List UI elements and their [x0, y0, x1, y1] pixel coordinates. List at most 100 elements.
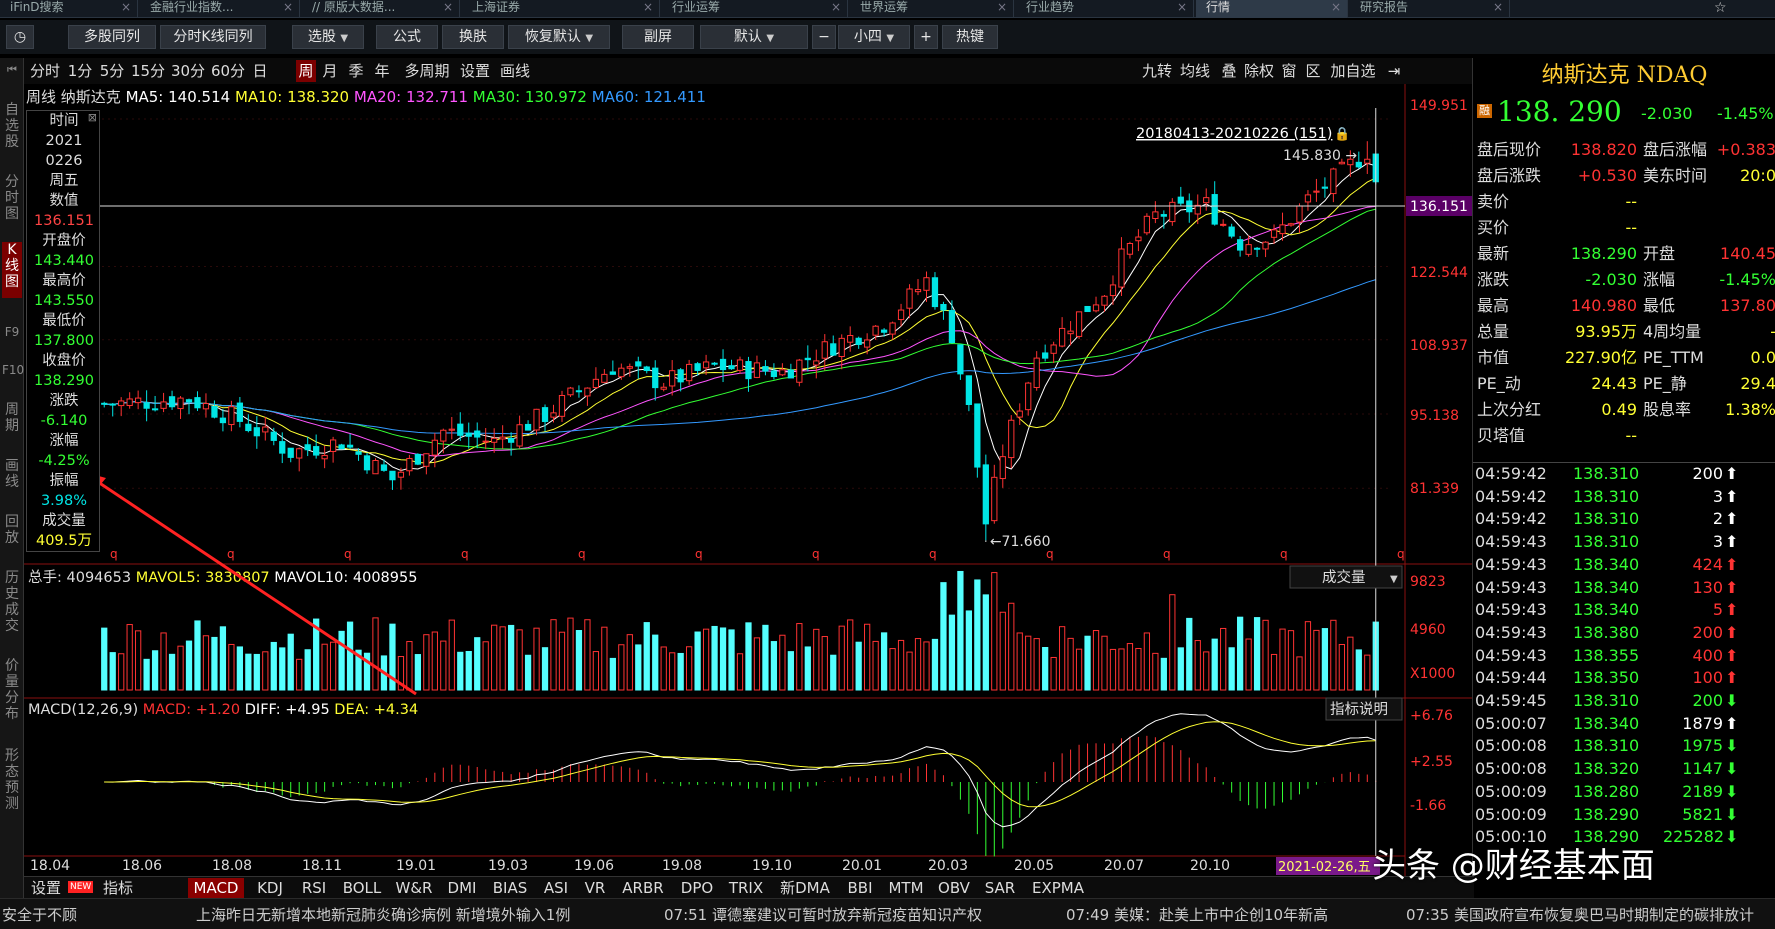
candle-body: [440, 429, 447, 442]
indicator-macd[interactable]: MACD: [188, 878, 244, 898]
marker-q: q: [1397, 547, 1405, 561]
indicator-rsi[interactable]: RSI: [296, 878, 332, 898]
tick-time: 05:00:09: [1475, 781, 1547, 801]
candle-body: [516, 424, 523, 447]
quote-label: 贝塔值: [1477, 426, 1526, 445]
diff-value: DIFF: +4.95: [245, 702, 335, 718]
indicator-asi[interactable]: ASI: [538, 878, 574, 898]
candle-body: [1237, 239, 1244, 251]
tick-volume: 200: [1692, 691, 1723, 710]
indicator-menu[interactable]: 指标: [100, 878, 136, 898]
volume-bar: [109, 652, 116, 691]
arrow-up-icon: ⬆: [1725, 464, 1739, 483]
price-change: -2.030: [1641, 104, 1693, 123]
volume-bar: [541, 647, 549, 691]
volume-bar: [626, 634, 633, 691]
candle-body: [457, 423, 464, 436]
candle-body: [669, 370, 676, 387]
indicator-kdj[interactable]: KDJ: [250, 878, 290, 898]
volume-bar: [448, 619, 455, 691]
indicator-bias[interactable]: BIAS: [488, 878, 532, 898]
news-item[interactable]: 07:51 谭德塞建议可暂时放弃新冠疫苗知识产权: [664, 904, 982, 925]
x-axis-label: 19.01: [396, 858, 436, 874]
crosshair-value: 136.151: [1410, 199, 1468, 215]
kline-chart[interactable]: 9823 4960 X1000 +6.76 +2.55 -1.66 149.951 122.5…: [0, 0, 1475, 876]
candle-body: [414, 453, 422, 465]
candle-body: [965, 375, 973, 405]
price-axis-label: 81.339: [1410, 481, 1459, 497]
candle-body: [313, 446, 320, 456]
quote-value: 20:0: [1740, 166, 1775, 185]
volume-bar: [465, 651, 472, 691]
candle-body: [1245, 244, 1252, 255]
volume-bar: [126, 624, 133, 691]
indicator-wr[interactable]: W&R: [392, 878, 436, 898]
indicator-vr[interactable]: VR: [580, 878, 610, 898]
open-value: 143.440: [34, 253, 94, 269]
indicator-mtm[interactable]: MTM: [884, 878, 928, 898]
candle-body: [864, 339, 871, 348]
marker-q: q: [929, 547, 937, 561]
quote-label: PE_TTM: [1643, 348, 1704, 367]
tick-volume: 130: [1692, 577, 1723, 597]
candle-body: [601, 373, 608, 383]
quote-value: 93.95万: [1575, 322, 1637, 341]
value-value: 136.151: [34, 213, 94, 229]
price-axis-label: 149.951: [1410, 98, 1468, 114]
indicator-help-label: 指标说明: [1330, 701, 1388, 718]
candle-body: [372, 459, 379, 475]
watermark: 头条 @财经基本面: [1372, 846, 1655, 886]
indicator-dmi[interactable]: DMI: [442, 878, 482, 898]
news-item[interactable]: 07:35 美国政府宣布恢复奥巴马时期制定的碳排放计: [1406, 904, 1775, 925]
indicator-settings[interactable]: 设置: [28, 878, 64, 898]
indicator-newdma[interactable]: 新DMA: [774, 878, 836, 898]
star-icon[interactable]: ☆: [1714, 0, 1727, 16]
candle-body: [406, 457, 413, 472]
candle-body: [482, 440, 489, 443]
indicator-trix[interactable]: TRIX: [724, 878, 768, 898]
candle-body: [448, 428, 455, 431]
indicator-boll[interactable]: BOLL: [338, 878, 386, 898]
indicator-arbr[interactable]: ARBR: [616, 878, 670, 898]
volume-bar: [431, 631, 438, 691]
candle-body: [736, 359, 744, 371]
volume-bar: [957, 570, 964, 691]
close-icon[interactable]: ×: [1493, 0, 1503, 14]
x-axis-label: 20.10: [1190, 858, 1230, 874]
indicator-expma[interactable]: EXPMA: [1026, 878, 1090, 898]
price-pct: -1.45%: [1717, 104, 1774, 123]
volume-bar: [346, 621, 354, 691]
volume-bar: [796, 623, 803, 691]
volume-bar: [1304, 621, 1312, 691]
candle-body: [991, 476, 998, 522]
candle-body: [1194, 204, 1201, 215]
candle-body: [1135, 236, 1142, 242]
indicator-dpo[interactable]: DPO: [676, 878, 718, 898]
indicator-bbi[interactable]: BBI: [842, 878, 878, 898]
volume-bar: [1177, 647, 1184, 691]
volume-bar: [609, 657, 616, 691]
candle-body: [770, 370, 778, 378]
low-mark: ←71.660: [990, 534, 1051, 550]
news-item[interactable]: 上海昨日无新增本地新冠肺炎确诊病例 新增境外输入1例: [196, 904, 570, 925]
candle-body: [847, 335, 854, 343]
volume-bar: [923, 641, 930, 691]
news-item[interactable]: 安全于不顾: [2, 904, 77, 925]
indicator-sar[interactable]: SAR: [980, 878, 1020, 898]
indicator-obv[interactable]: OBV: [934, 878, 974, 898]
volume-total: 总手: 4094653: [28, 569, 136, 586]
arrow-down-icon: ⬇: [1725, 736, 1739, 756]
quote-value: 138.290: [1570, 244, 1637, 263]
indicator-bar: 设置 NEW 指标 MACD KDJ RSI BOLL W&R DMI BIAS…: [24, 876, 1474, 898]
candle-body: [1025, 382, 1032, 411]
volume-bar: [694, 631, 701, 691]
arrow-down-icon: ⬇: [1725, 804, 1739, 824]
x-axis-label: 18.11: [302, 858, 342, 874]
price-axis-label: 122.544: [1410, 265, 1468, 281]
candle-body: [1296, 205, 1303, 223]
news-item[interactable]: 07:49 美媒：赴美上市中企创10年新高: [1066, 904, 1328, 925]
tick-price: 138.320: [1573, 759, 1640, 779]
candle-body: [109, 403, 116, 406]
arrow-down-icon: ⬇: [1725, 691, 1739, 710]
candle-body: [1101, 295, 1108, 306]
